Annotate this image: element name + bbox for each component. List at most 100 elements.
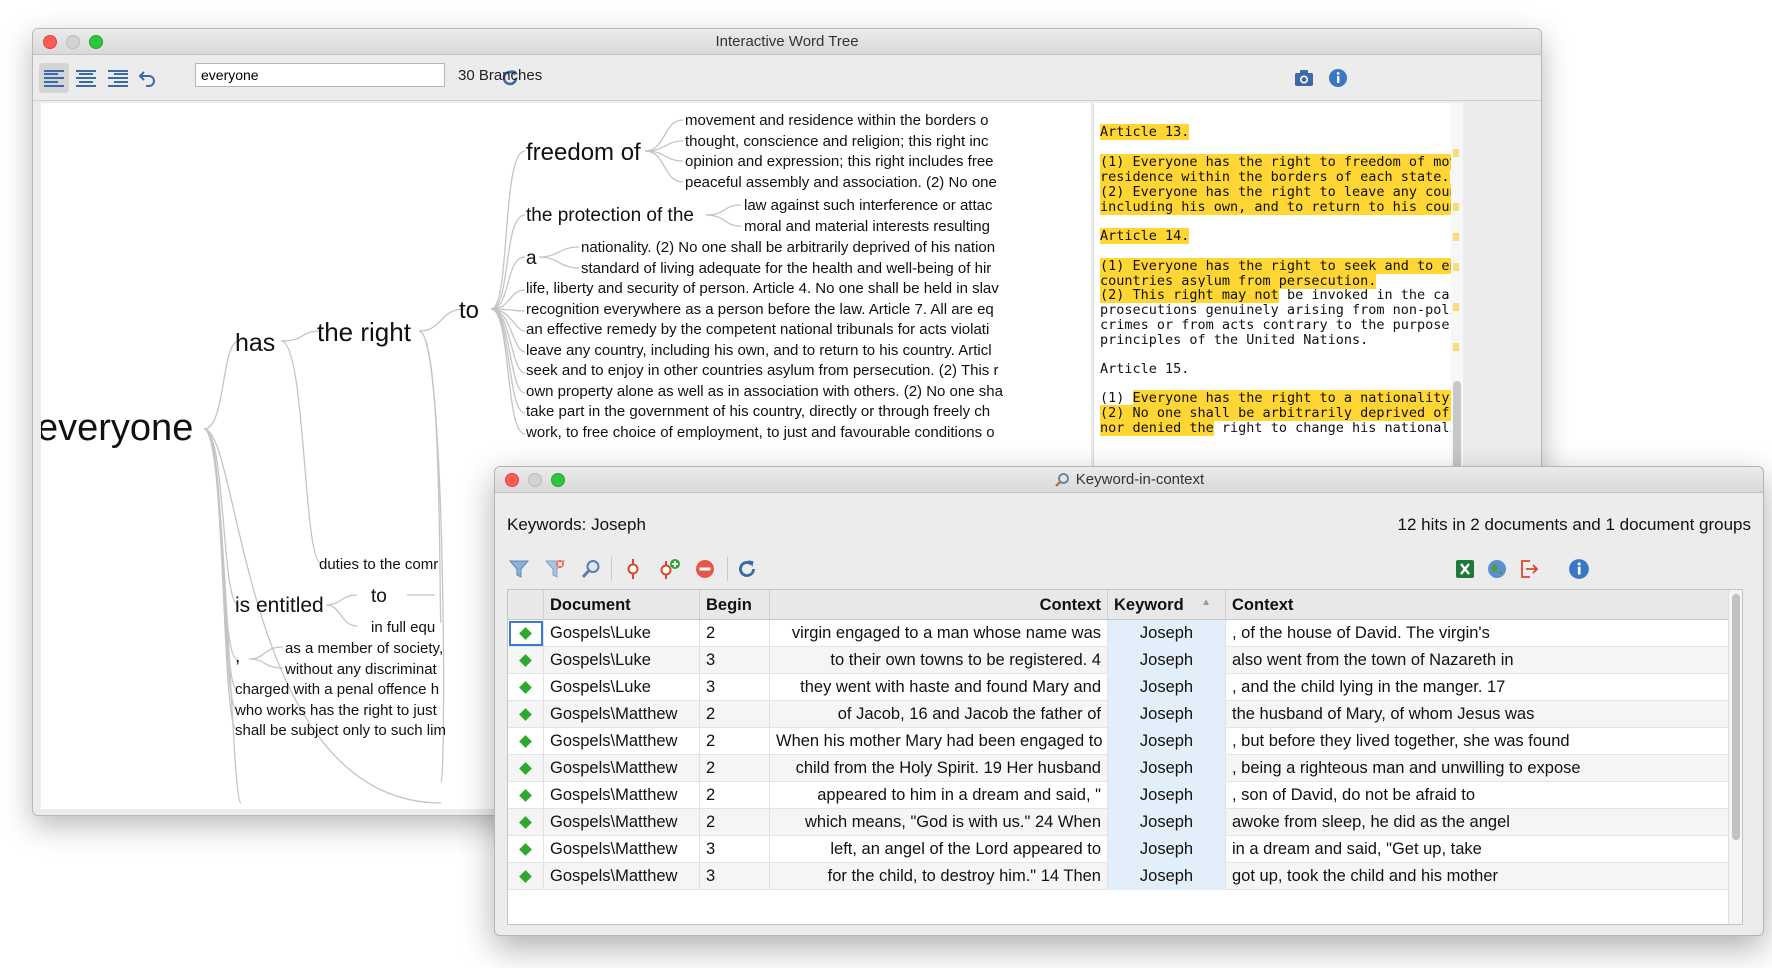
cell-keyword: Joseph: [1108, 863, 1226, 890]
tree-leaf[interactable]: standard of living adequate for the heal…: [581, 261, 991, 276]
tree-root-word[interactable]: everyone: [41, 409, 193, 447]
align-right-button[interactable]: [103, 63, 133, 93]
tree-leaf[interactable]: thought, conscience and religion; this r…: [685, 134, 989, 149]
cell-begin: 3: [700, 647, 770, 674]
close-window-button[interactable]: [43, 35, 57, 49]
column-header-document[interactable]: Document: [544, 590, 700, 620]
tree-leaf[interactable]: without any discriminat: [285, 662, 437, 677]
doc-line: principles of the United Nations.: [1100, 332, 1369, 348]
remove-filter-button[interactable]: [541, 555, 569, 583]
search-term-input[interactable]: [195, 63, 445, 87]
doc-line: nor denied the right to change his natio…: [1100, 420, 1463, 436]
tree-node-has[interactable]: has: [235, 331, 275, 356]
column-header-left-context[interactable]: Context: [770, 590, 1108, 620]
tree-leaf[interactable]: shall be subject only to such lim: [235, 723, 446, 738]
diamond-icon: [519, 870, 532, 884]
info-button[interactable]: [1565, 555, 1593, 583]
tree-leaf[interactable]: who works has the right to just: [235, 703, 437, 718]
table-row[interactable]: Gospels\Matthew 2 When his mother Mary had…: [508, 728, 1742, 755]
cell-keyword: Joseph: [1108, 836, 1226, 863]
table-row[interactable]: Gospels\Luke 3 to their own towns to be re…: [508, 647, 1742, 674]
snapshot-button[interactable]: [1289, 63, 1319, 93]
globe-icon: [1488, 560, 1506, 578]
table-row[interactable]: Gospels\Matthew 2 of Jacob, 16 and Jacob t…: [508, 701, 1742, 728]
tree-leaf[interactable]: own property alone as well as in associa…: [526, 384, 1003, 399]
tree-leaf[interactable]: leave any country, including his own, an…: [526, 343, 992, 358]
column-header-begin[interactable]: Begin: [700, 590, 770, 620]
excel-icon: [1456, 560, 1474, 578]
column-header-right-context[interactable]: Context: [1226, 590, 1730, 620]
cell-begin: 3: [700, 836, 770, 863]
export-excel-button[interactable]: [1451, 555, 1479, 583]
tree-leaf[interactable]: take part in the government of his count…: [526, 404, 990, 419]
table-row[interactable]: Gospels\Matthew 2 which means, "God is wit…: [508, 809, 1742, 836]
tree-leaf[interactable]: peaceful assembly and association. (2) N…: [685, 175, 997, 190]
info-button[interactable]: [1323, 63, 1353, 93]
row-marker: [508, 620, 544, 647]
cell-left-context: which means, "God is with us." 24 When: [770, 809, 1108, 836]
undo-button[interactable]: [133, 63, 163, 93]
table-row[interactable]: Gospels\Matthew 3 for the child, to destro…: [508, 863, 1742, 890]
tree-leaf[interactable]: movement and residence within the border…: [685, 113, 989, 128]
tree-leaf[interactable]: moral and material interests resulting: [744, 219, 990, 234]
tree-node-protection[interactable]: the protection of the: [526, 206, 694, 225]
tree-node-to-2[interactable]: to: [371, 587, 387, 606]
doc-line: (2) This right may not be invoked in the…: [1100, 287, 1463, 303]
align-left-button[interactable]: [39, 63, 69, 93]
tree-leaf[interactable]: seek and to enjoy in other countries asy…: [526, 363, 998, 378]
row-marker: [508, 755, 544, 782]
tree-node-freedom-of[interactable]: freedom of: [526, 141, 641, 165]
table-row[interactable]: Gospels\Matthew 2 appeared to him in a dre…: [508, 782, 1742, 809]
table-scroll-thumb[interactable]: [1732, 594, 1740, 840]
close-window-button[interactable]: [505, 473, 519, 487]
tree-node-comma[interactable]: ,: [235, 647, 240, 666]
tree-node-is-entitled[interactable]: is entitled: [235, 595, 324, 616]
column-header-marker[interactable]: [508, 590, 544, 620]
table-scrollbar[interactable]: [1728, 590, 1742, 924]
align-center-button[interactable]: [71, 63, 101, 93]
zoom-window-button[interactable]: [551, 473, 565, 487]
cell-document: Gospels\Luke: [544, 620, 700, 647]
refresh-button[interactable]: [733, 555, 761, 583]
cell-document: Gospels\Matthew: [544, 701, 700, 728]
table-row[interactable]: Gospels\Luke 2 virgin engaged to a man who…: [508, 620, 1742, 647]
commit-button[interactable]: [619, 555, 647, 583]
table-row[interactable]: Gospels\Matthew 2 child from the Holy Spir…: [508, 755, 1742, 782]
align-right-icon: [108, 69, 128, 87]
delete-button[interactable]: [691, 555, 719, 583]
minimize-window-button[interactable]: [66, 35, 80, 49]
add-code-button[interactable]: [655, 555, 683, 583]
table-row[interactable]: Gospels\Matthew 3 left, an angel of the Lo…: [508, 836, 1742, 863]
cell-left-context: of Jacob, 16 and Jacob the father of: [770, 701, 1108, 728]
column-header-keyword[interactable]: Keyword ▲: [1108, 590, 1226, 620]
filter-button[interactable]: [505, 555, 533, 583]
doc-line: (1) Everyone has the right to a national…: [1100, 390, 1458, 406]
minimize-window-button[interactable]: [528, 473, 542, 487]
tree-node-to[interactable]: to: [459, 299, 479, 323]
export-web-button[interactable]: [1483, 555, 1511, 583]
search-button[interactable]: [577, 555, 605, 583]
tree-leaf[interactable]: in full equ: [371, 620, 435, 635]
tree-leaf[interactable]: law against such interference or attac: [744, 198, 992, 213]
tree-leaf[interactable]: recognition everywhere as a person befor…: [526, 302, 994, 317]
export-button[interactable]: [1515, 555, 1543, 583]
table-row[interactable]: Gospels\Luke 3 they went with haste and fo…: [508, 674, 1742, 701]
cell-document: Gospels\Matthew: [544, 836, 700, 863]
tree-node-the-right[interactable]: the right: [317, 319, 411, 345]
tree-node-a[interactable]: a: [526, 249, 537, 268]
tree-leaf[interactable]: work, to free choice of employment, to j…: [526, 425, 995, 440]
tree-leaf[interactable]: opinion and expression; this right inclu…: [685, 154, 994, 169]
window-title: Interactive Word Tree: [715, 33, 859, 50]
code-marker-icon: [627, 559, 639, 579]
tree-leaf[interactable]: charged with a penal offence h: [235, 682, 439, 697]
zoom-window-button[interactable]: [89, 35, 103, 49]
tree-leaf[interactable]: life, liberty and security of person. Ar…: [526, 281, 999, 296]
tree-leaf[interactable]: duties to the comr: [319, 557, 438, 572]
cell-right-context: , and the child lying in the manger. 17: [1226, 674, 1730, 701]
cell-right-context: got up, took the child and his mother: [1226, 863, 1730, 890]
document-scroll-thumb[interactable]: [1453, 381, 1461, 471]
tree-leaf[interactable]: nationality. (2) No one shall be arbitra…: [581, 240, 995, 255]
tree-leaf[interactable]: an effective remedy by the competent nat…: [526, 322, 989, 337]
tree-leaf[interactable]: as a member of society,: [285, 641, 443, 656]
kwic-window: Keyword-in-context Keywords: Joseph 12 h…: [494, 466, 1764, 936]
